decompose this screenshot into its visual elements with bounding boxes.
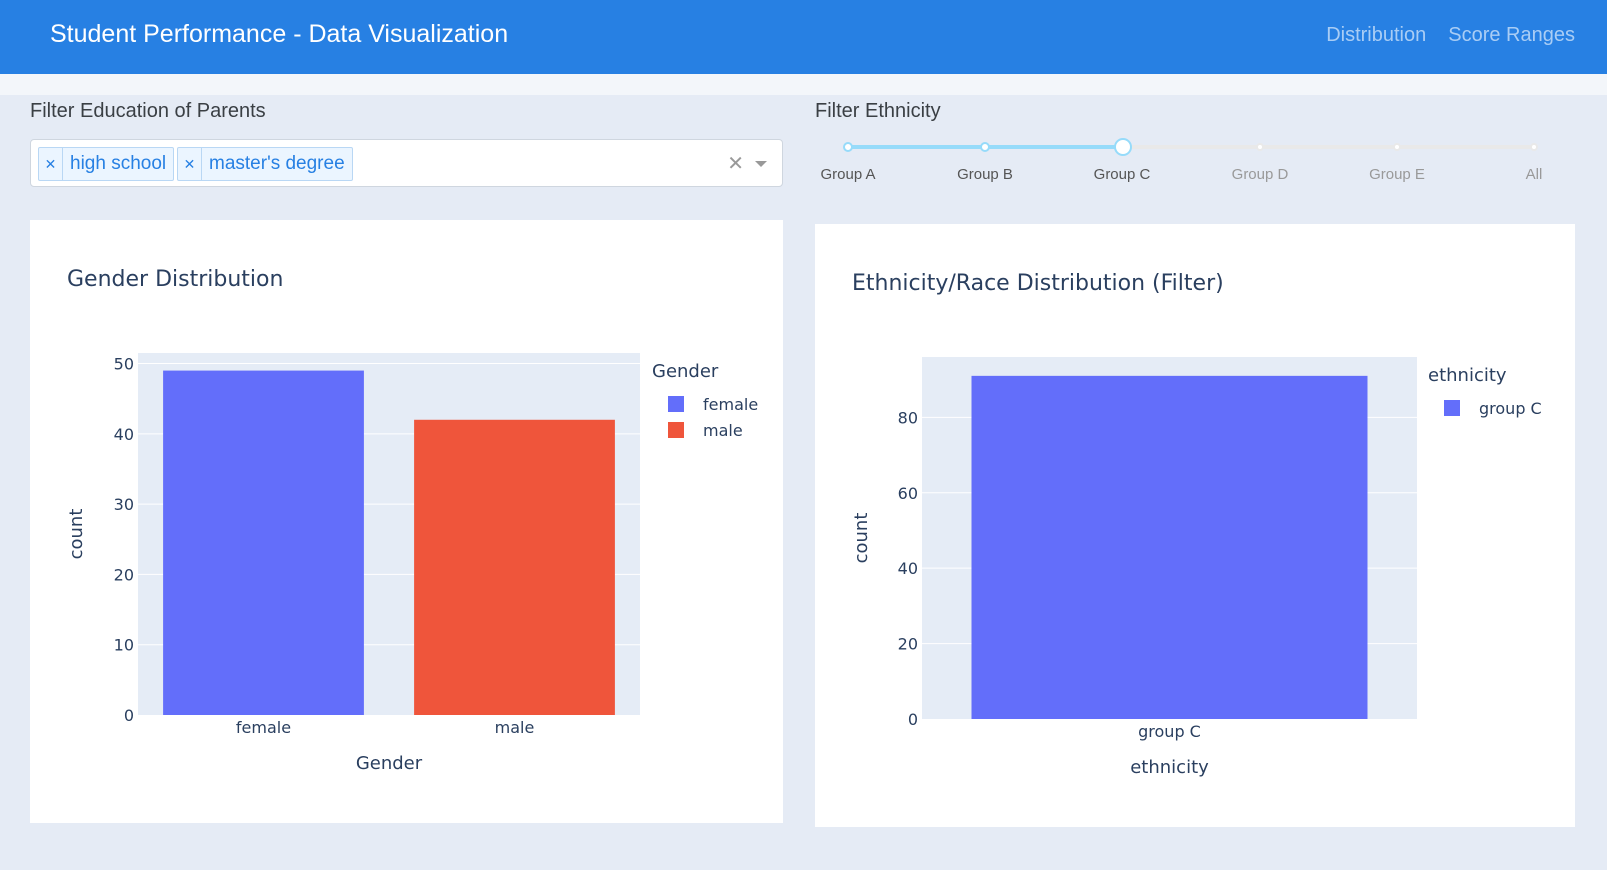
remove-chip-icon[interactable]: ✕ (39, 148, 63, 180)
chart-title: Gender Distribution (67, 267, 283, 292)
y-tick-label: 20 (898, 635, 918, 654)
selected-chip-high-school: ✕ high school (38, 147, 175, 181)
clear-icon[interactable]: ✕ (727, 151, 744, 176)
x-tick-label: group C (1138, 722, 1201, 741)
legend-entry: group C (1479, 399, 1542, 418)
navbar-divider (0, 74, 1607, 95)
legend-entry: male (703, 421, 743, 440)
slider-mark-label[interactable]: Group E (1369, 166, 1425, 183)
slider-dot[interactable] (1530, 143, 1538, 151)
slider-mark-label[interactable]: Group C (1094, 166, 1151, 183)
y-tick-label: 30 (114, 495, 134, 514)
selected-chip-masters-degree: ✕ master's degree (177, 147, 353, 181)
education-filter-label: Filter Education of Parents (30, 100, 266, 122)
y-tick-label: 10 (114, 636, 134, 655)
slider-mark-label[interactable]: All (1526, 166, 1543, 183)
ethnicity-chart: Ethnicity/Race Distribution (Filter) 0 20 4… (851, 271, 1542, 778)
bar (414, 419, 615, 715)
slider-handle[interactable] (1114, 138, 1132, 156)
slider-mark-label[interactable]: Group B (957, 166, 1013, 183)
y-axis-label: count (851, 513, 872, 564)
app-title[interactable]: Student Performance - Data Visualization (50, 20, 508, 49)
nav-link-score-ranges[interactable]: Score Ranges (1448, 24, 1575, 47)
gender-chart: Gender Distribution 0 10 20 30 40 50 female male… (66, 267, 758, 774)
legend-swatch (1444, 400, 1460, 416)
slider-dot[interactable] (1256, 143, 1264, 151)
chart-title: Ethnicity/Race Distribution (Filter) (852, 271, 1224, 296)
slider-dot[interactable] (980, 142, 990, 152)
chip-label: high school (70, 153, 167, 174)
education-dropdown[interactable]: ✕ high school ✕ master's degree ✕ (30, 139, 783, 187)
legend-title: ethnicity (1428, 365, 1507, 386)
gender-chart-card: Gender Distribution 0 10 20 30 40 50 female male… (30, 220, 783, 823)
x-axis-label: Gender (356, 753, 423, 774)
navbar: Student Performance - Data Visualization… (0, 0, 1607, 74)
y-tick-label: 50 (114, 355, 134, 374)
x-axis-label: ethnicity (1130, 757, 1209, 778)
bar (971, 375, 1368, 719)
legend-entry: female (703, 395, 758, 414)
y-tick-label: 40 (114, 425, 134, 444)
y-tick-label: 40 (898, 559, 918, 578)
chip-label: master's degree (209, 153, 345, 174)
x-tick-label: female (236, 718, 291, 737)
remove-chip-icon[interactable]: ✕ (178, 148, 202, 180)
ethnicity-chart-card: Ethnicity/Race Distribution (Filter) 0 20 4… (815, 224, 1575, 827)
chevron-down-icon[interactable] (755, 161, 767, 167)
y-tick-label: 60 (898, 484, 918, 503)
bar (163, 370, 364, 715)
ethnicity-filter-label: Filter Ethnicity (815, 100, 941, 122)
slider-mark-label[interactable]: Group D (1232, 166, 1289, 183)
nav-links: Distribution Score Ranges (1326, 24, 1575, 47)
legend-title: Gender (652, 361, 719, 382)
legend-swatch (668, 396, 684, 412)
y-tick-label: 80 (898, 408, 918, 427)
x-tick-label: male (495, 718, 535, 737)
slider-dot[interactable] (843, 142, 853, 152)
ethnicity-slider[interactable]: Group A Group B Group C Group D Group E … (815, 130, 1565, 190)
y-tick-label: 0 (124, 706, 134, 725)
nav-link-distribution[interactable]: Distribution (1326, 24, 1426, 47)
legend-swatch (668, 422, 684, 438)
y-tick-label: 20 (114, 565, 134, 584)
y-tick-label: 0 (908, 710, 918, 729)
y-axis-label: count (66, 509, 87, 560)
slider-mark-label[interactable]: Group A (820, 166, 875, 183)
slider-dot[interactable] (1393, 143, 1401, 151)
